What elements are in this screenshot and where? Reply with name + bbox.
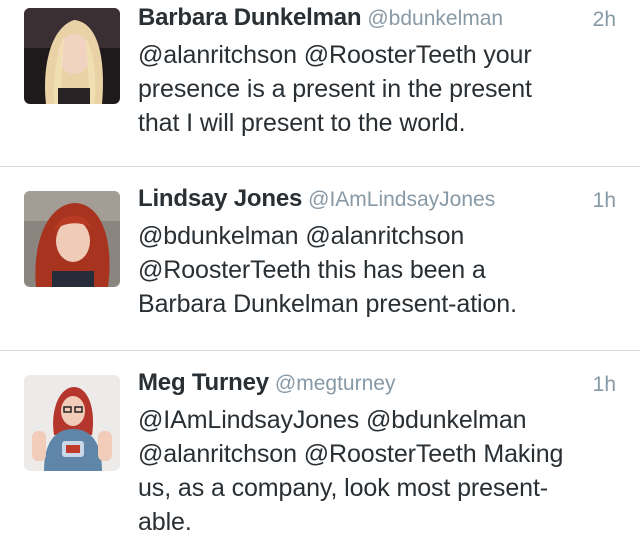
- author-handle[interactable]: @megturney: [275, 372, 396, 395]
- tweet-text-line: @alanritchson @RoosterTeeth your: [138, 41, 532, 69]
- tweet-content: Meg Turney @megturney 1h @IAmLindsayJones…: [138, 369, 618, 539]
- tweet-text-line: that I will present to the world.: [138, 109, 466, 137]
- tweet-timestamp: 2h: [592, 8, 616, 31]
- tweet-header: Barbara Dunkelman @bdunkelman 2h: [138, 4, 618, 38]
- author-handle[interactable]: @IAmLindsayJones: [308, 188, 495, 211]
- tweet-content: Barbara Dunkelman @bdunkelman 2h @alanrit…: [138, 4, 618, 140]
- tweet-header: Lindsay Jones @IAmLindsayJones 1h: [138, 185, 618, 219]
- author-handle[interactable]: @bdunkelman: [367, 7, 503, 30]
- avatar-image: [24, 191, 120, 287]
- tweet[interactable]: Barbara Dunkelman @bdunkelman 2h @alanrit…: [0, 0, 640, 167]
- avatar-image: [24, 8, 120, 104]
- tweet-timeline: Barbara Dunkelman @bdunkelman 2h @alanrit…: [0, 0, 640, 557]
- tweet-text-line: presence is a present in the present: [138, 75, 532, 103]
- tweet-header: Meg Turney @megturney 1h: [138, 369, 618, 403]
- tweet-content: Lindsay Jones @IAmLindsayJones 1h @bdunke…: [138, 185, 618, 321]
- tweet[interactable]: Lindsay Jones @IAmLindsayJones 1h @bdunke…: [0, 167, 640, 351]
- author-name[interactable]: Meg Turney: [138, 369, 269, 396]
- tweet[interactable]: Meg Turney @megturney 1h @IAmLindsayJones…: [0, 351, 640, 557]
- tweet-timestamp: 1h: [592, 189, 616, 212]
- author-name[interactable]: Lindsay Jones: [138, 185, 302, 212]
- tweet-text-line: able.: [138, 508, 192, 536]
- tweet-text: @alanritchson @RoosterTeeth your presenc…: [138, 38, 618, 140]
- tweet-text-line: @IAmLindsayJones @bdunkelman: [138, 406, 527, 434]
- tweet-text-line: Barbara Dunkelman present-ation.: [138, 290, 517, 318]
- tweet-text-line: @alanritchson @RoosterTeeth Making: [138, 440, 564, 468]
- tweet-text: @bdunkelman @alanritchson @RoosterTeeth …: [138, 219, 618, 321]
- tweet-text-line: @bdunkelman @alanritchson: [138, 222, 465, 250]
- author-name[interactable]: Barbara Dunkelman: [138, 4, 362, 31]
- tweet-text: @IAmLindsayJones @bdunkelman @alanritchs…: [138, 403, 618, 539]
- tweet-text-line: us, as a company, look most present-: [138, 474, 549, 502]
- tweet-timestamp: 1h: [592, 373, 616, 396]
- avatar-image: [24, 375, 120, 471]
- avatar[interactable]: [24, 191, 120, 287]
- avatar[interactable]: [24, 375, 120, 471]
- avatar[interactable]: [24, 8, 120, 104]
- tweet-text-line: @RoosterTeeth this has been a: [138, 256, 486, 284]
